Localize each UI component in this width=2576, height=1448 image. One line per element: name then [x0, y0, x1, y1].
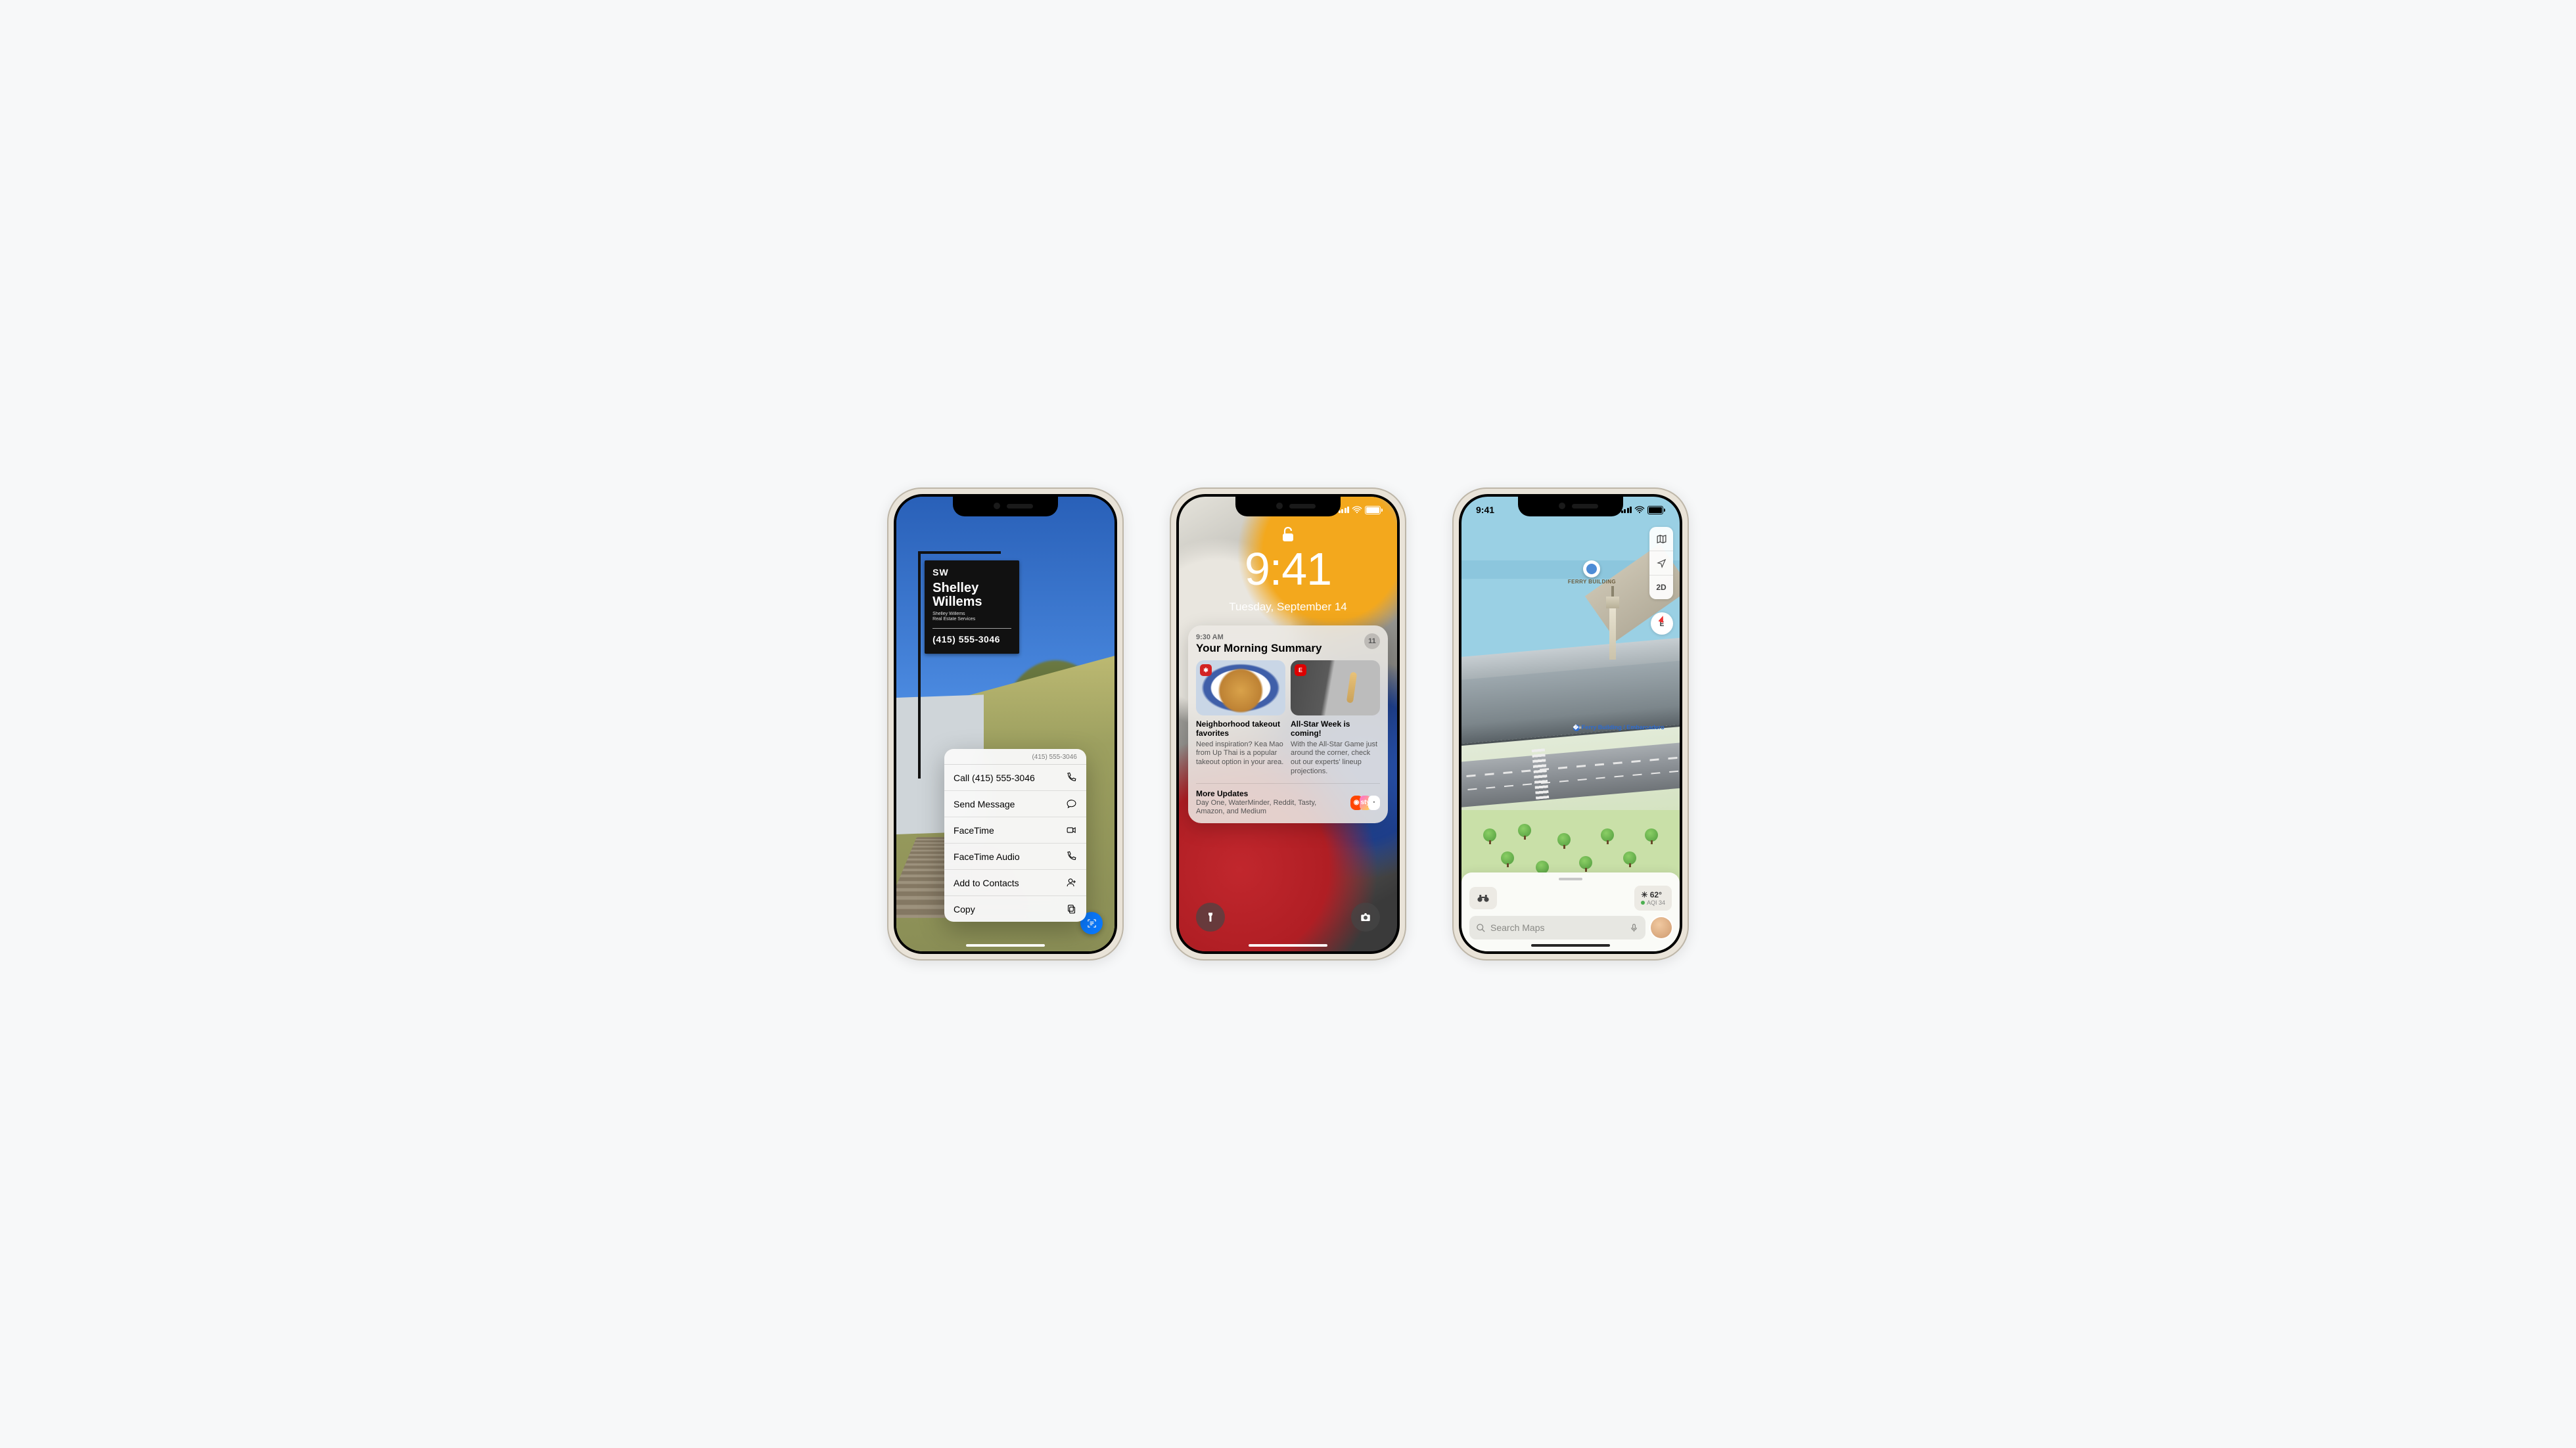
espn-app-icon: E [1295, 664, 1306, 676]
battery-icon [1647, 506, 1665, 514]
more-apps-icons: ◉sty· [1350, 796, 1380, 810]
search-icon [1476, 923, 1486, 933]
compass-button[interactable]: E [1651, 612, 1673, 635]
context-menu-header: (415) 555-3046 [944, 749, 1086, 765]
summary-count-badge: 11 [1364, 633, 1380, 649]
user-avatar[interactable] [1651, 917, 1672, 938]
realestate-sign: SW ShelleyWillems Shelley WillemsReal Es… [925, 560, 1019, 654]
home-indicator[interactable] [1249, 944, 1327, 947]
lock-time: 9:41 [1179, 543, 1397, 595]
locate-me-button[interactable] [1649, 551, 1673, 576]
message-icon [1066, 798, 1077, 809]
live-text-icon [1086, 918, 1097, 929]
ferry-building-tower [1605, 587, 1621, 660]
phone-maps: �⁠⁠⁠⁠⁠⁠⁠⁠⁠⁠⁠⁠⁠⁠⁠⁠⁠⁠⁠⁠⁠⁠⁠⁠⁠⁠⁠⁠⁠⁠⁠⁠⁠⁠⁠⁠⁠⁠⁠… [1452, 487, 1689, 961]
menu-item-add-contact[interactable]: Add to Contacts [944, 870, 1086, 896]
menu-item-call[interactable]: Call (415) 555-3046 [944, 765, 1086, 791]
wifi-icon [1352, 506, 1362, 514]
summary-timestamp: 9:30 AM [1196, 633, 1322, 641]
notch [953, 497, 1058, 516]
sun-icon: ☀︎ [1641, 890, 1648, 899]
sign-agent-first: Shelley [932, 581, 978, 595]
phone-icon [1066, 851, 1077, 862]
copy-icon [1066, 903, 1077, 915]
flashlight-icon [1205, 911, 1216, 923]
summary-tile-yelp[interactable]: ✱ Neighborhood takeout favorites Need in… [1196, 660, 1285, 777]
menu-item-facetime-audio[interactable]: FaceTime Audio [944, 844, 1086, 870]
phone-lock-screen: 9:41 Tuesday, September 14 9:30 AM Your … [1170, 487, 1406, 961]
notch [1518, 497, 1623, 516]
camera-button[interactable] [1351, 903, 1380, 932]
sheet-grabber[interactable] [1559, 878, 1582, 880]
phone-number-context-menu: (415) 555-3046 Call (415) 555-3046 Send … [944, 749, 1086, 922]
2d-3d-toggle[interactable]: 2D [1649, 576, 1673, 599]
summary-title: Your Morning Summary [1196, 642, 1322, 655]
battery-icon [1365, 506, 1383, 514]
notification-summary-card[interactable]: 9:30 AM Your Morning Summary 11 ✱ Neighb… [1188, 625, 1388, 823]
status-time: 9:41 [1476, 505, 1494, 515]
phone-icon [1066, 772, 1077, 783]
sign-agent-last: Willems [932, 595, 982, 609]
flashlight-button[interactable] [1196, 903, 1225, 932]
yelp-app-icon: ✱ [1200, 664, 1212, 676]
sign-phone: (415) 555-3046 [932, 634, 1011, 645]
notch [1235, 497, 1341, 516]
maps-search-field[interactable]: Search Maps [1469, 916, 1645, 939]
lock-date: Tuesday, September 14 [1179, 600, 1397, 614]
home-indicator[interactable] [966, 944, 1045, 947]
home-indicator[interactable] [1531, 944, 1610, 947]
menu-item-copy[interactable]: Copy [944, 896, 1086, 922]
weather-pill[interactable]: ☀︎62° AQI 34 [1634, 886, 1672, 911]
look-around-button[interactable] [1469, 887, 1497, 909]
map-controls: 2D [1649, 527, 1673, 599]
menu-item-facetime[interactable]: FaceTime [944, 817, 1086, 844]
contact-add-icon [1066, 877, 1077, 888]
maps-bottom-sheet[interactable]: ☀︎62° AQI 34 Search Maps [1461, 872, 1680, 951]
mic-icon[interactable] [1629, 923, 1639, 933]
summary-more-updates[interactable]: More Updates Day One, WaterMinder, Reddi… [1196, 783, 1380, 817]
video-icon [1066, 825, 1077, 836]
poi-pin-ferry-building[interactable]: FERRY BUILDING [1568, 560, 1616, 585]
transit-station-label[interactable]: �⁠⁠⁠⁠⁠⁠⁠⁠⁠⁠⁠⁠⁠⁠⁠⁠⁠⁠⁠⁠⁠⁠⁠⁠⁠⁠⁠⁠⁠⁠⁠⁠⁠⁠⁠⁠⁠⁠⁠… [1573, 724, 1665, 731]
phone-live-text: SW ShelleyWillems Shelley WillemsReal Es… [887, 487, 1124, 961]
summary-tile-espn[interactable]: E All-Star Week is coming! With the All-… [1291, 660, 1380, 777]
wifi-icon [1634, 506, 1645, 514]
map-mode-button[interactable] [1649, 527, 1673, 551]
menu-item-message[interactable]: Send Message [944, 791, 1086, 817]
sign-monogram: SW [932, 567, 1011, 577]
camera-icon [1360, 911, 1371, 923]
search-placeholder: Search Maps [1490, 922, 1544, 933]
